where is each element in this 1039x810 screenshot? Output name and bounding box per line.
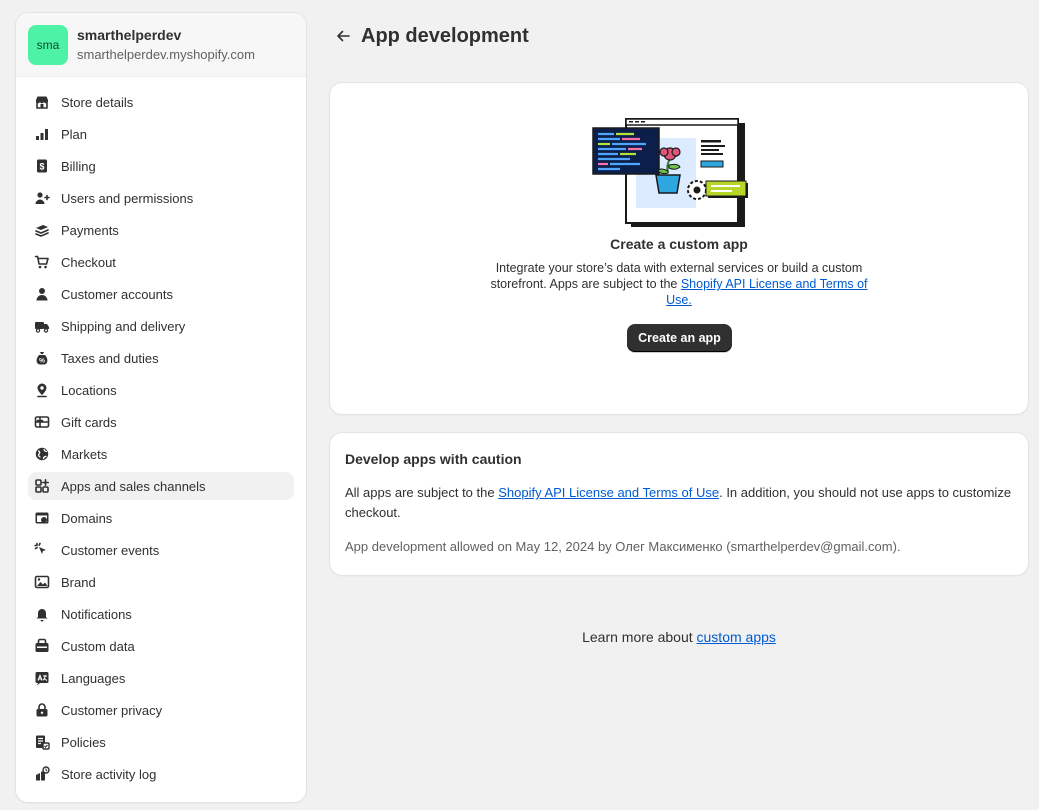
sidebar-item-apps-and-sales-channels[interactable]: Apps and sales channels: [28, 472, 294, 500]
sidebar-item-store-activity-log[interactable]: Store activity log: [28, 760, 294, 788]
create-custom-app-title: Create a custom app: [610, 236, 748, 252]
store-avatar: sma: [28, 24, 68, 65]
learn-more: Learn more about custom apps: [330, 629, 1028, 645]
cursor-icon: [34, 542, 50, 558]
store-domain: smarthelperdev.myshopify.com: [77, 46, 255, 62]
caution-text: All apps are subject to the Shopify API …: [345, 483, 1013, 523]
sidebar-item-label: Custom data: [61, 638, 135, 654]
sidebar-item-label: Customer privacy: [61, 702, 163, 718]
sidebar-item-label: Markets: [61, 446, 108, 462]
sidebar-item-payments[interactable]: Payments: [28, 216, 294, 244]
learn-more-text: Learn more about: [582, 629, 697, 645]
sidebar-item-notifications[interactable]: Notifications: [28, 600, 294, 628]
tax-icon: %: [34, 350, 50, 366]
sidebar-item-label: Users and permissions: [61, 190, 194, 206]
page-header: App development: [333, 22, 529, 50]
sidebar-item-domains[interactable]: Domains: [28, 504, 294, 532]
page-title: App development: [361, 24, 529, 47]
arrow-left-icon: [337, 30, 350, 42]
sidebar-item-users-and-permissions[interactable]: Users and permissions: [28, 184, 294, 212]
payments-icon: [34, 222, 50, 238]
sidebar-item-brand[interactable]: Brand: [28, 568, 294, 596]
domain-icon: [34, 510, 50, 526]
sidebar-item-shipping-and-delivery[interactable]: Shipping and delivery: [28, 312, 294, 340]
caution-text-before: All apps are subject to the: [345, 485, 499, 500]
sidebar-item-custom-data[interactable]: Custom data: [28, 632, 294, 660]
store-header[interactable]: sma smarthelperdev smarthelperdev.myshop…: [16, 13, 306, 77]
create-app-card: Create a custom app Integrate your store…: [330, 83, 1028, 414]
billing-icon: $: [34, 158, 50, 174]
svg-text:%: %: [39, 358, 45, 365]
person-icon: [34, 286, 50, 302]
users-icon: [34, 190, 50, 206]
language-icon: [34, 670, 50, 686]
app-development-allowed-meta: App development allowed on May 12, 2024 …: [345, 539, 901, 554]
sidebar-item-plan[interactable]: Plan: [28, 120, 294, 148]
sidebar-item-markets[interactable]: Markets: [28, 440, 294, 468]
apps-icon: [34, 478, 50, 494]
truck-icon: [34, 318, 50, 334]
settings-sidebar: sma smarthelperdev smarthelperdev.myshop…: [16, 13, 306, 802]
sidebar-item-label: Plan: [61, 126, 88, 142]
sidebar-item-label: Customer accounts: [61, 286, 173, 302]
sidebar-item-label: Store activity log: [61, 766, 157, 782]
store-icon: [34, 94, 50, 110]
sidebar-item-label: Gift cards: [61, 414, 117, 430]
create-app-button[interactable]: Create an app: [627, 324, 732, 352]
sidebar-item-policies[interactable]: Policies: [28, 728, 294, 756]
custom-app-illustration: [592, 118, 748, 227]
sidebar-item-label: Taxes and duties: [61, 350, 159, 366]
sidebar-item-customer-privacy[interactable]: Customer privacy: [28, 696, 294, 724]
store-name: smarthelperdev: [77, 26, 182, 43]
sidebar-item-billing[interactable]: $ Billing: [28, 152, 294, 180]
database-icon: [34, 638, 50, 654]
sidebar-item-label: Notifications: [61, 606, 132, 622]
api-license-link[interactable]: Shopify API License and Terms of Use.: [666, 277, 867, 307]
create-custom-app-description: Integrate your store’s data with externa…: [479, 260, 879, 308]
lock-icon: [34, 702, 50, 718]
sidebar-item-locations[interactable]: Locations: [28, 376, 294, 404]
settings-nav: Store details Plan $ Billing Users and permi…: [16, 77, 306, 788]
sidebar-item-label: Shipping and delivery: [61, 318, 186, 334]
sidebar-item-languages[interactable]: Languages: [28, 664, 294, 692]
sidebar-item-label: Languages: [61, 670, 126, 686]
policy-icon: [34, 734, 50, 750]
sidebar-item-label: Policies: [61, 734, 106, 750]
sidebar-item-gift-cards[interactable]: Gift cards: [28, 408, 294, 436]
location-icon: [34, 382, 50, 398]
sidebar-item-label: Billing: [61, 158, 96, 174]
bell-icon: [34, 606, 50, 622]
cart-icon: [34, 254, 50, 270]
sidebar-item-customer-events[interactable]: Customer events: [28, 536, 294, 564]
sidebar-item-label: Checkout: [61, 254, 116, 270]
sidebar-item-label: Store details: [61, 94, 134, 110]
sidebar-item-customer-accounts[interactable]: Customer accounts: [28, 280, 294, 308]
svg-text:$: $: [39, 162, 44, 172]
sidebar-item-label: Locations: [61, 382, 117, 398]
sidebar-item-label: Customer events: [61, 542, 160, 558]
back-button[interactable]: [333, 22, 353, 50]
caution-title: Develop apps with caution: [345, 451, 522, 467]
activity-log-icon: [34, 766, 50, 782]
sidebar-item-store-details[interactable]: Store details: [28, 88, 294, 116]
sidebar-item-label: Brand: [61, 574, 96, 590]
sidebar-item-label: Apps and sales channels: [61, 478, 206, 494]
sidebar-item-label: Payments: [61, 222, 119, 238]
globe-icon: [34, 446, 50, 462]
caution-api-license-link[interactable]: Shopify API License and Terms of Use: [498, 485, 719, 500]
custom-apps-link[interactable]: custom apps: [697, 629, 776, 645]
gift-card-icon: [34, 414, 50, 430]
sidebar-item-taxes-and-duties[interactable]: % Taxes and duties: [28, 344, 294, 372]
caution-card: Develop apps with caution All apps are s…: [330, 433, 1028, 575]
sidebar-item-label: Domains: [61, 510, 113, 526]
plan-icon: [34, 126, 50, 142]
sidebar-item-checkout[interactable]: Checkout: [28, 248, 294, 276]
brand-icon: [34, 574, 50, 590]
